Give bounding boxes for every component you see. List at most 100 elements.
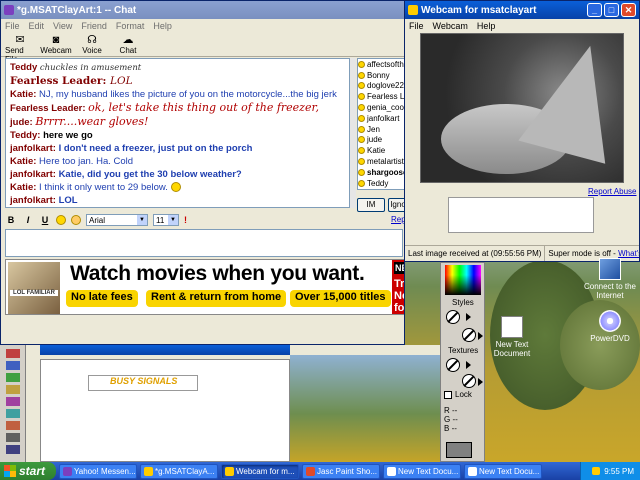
user-status-icon xyxy=(358,136,365,144)
desktop-icon-powerdvd[interactable]: PowerDVD xyxy=(582,310,638,343)
user-list-item[interactable]: jude xyxy=(358,135,404,146)
tool-icon[interactable] xyxy=(6,361,20,370)
ignore-button[interactable]: Igno xyxy=(388,198,404,212)
super-mode-text: Super mode is off - xyxy=(548,249,616,258)
task-app-icon xyxy=(144,466,153,476)
lock-checkbox[interactable] xyxy=(444,390,452,399)
user-list-item[interactable]: doglove220 xyxy=(358,81,404,92)
menu-help[interactable]: Help xyxy=(153,21,172,31)
rgb-b: B -- xyxy=(444,424,457,433)
taskbar-button[interactable]: *g.MSATClayA... xyxy=(140,463,218,479)
report-abuse-link[interactable]: Report Abuse xyxy=(588,187,636,196)
user-list-item[interactable]: Jen xyxy=(358,124,404,135)
italic-button[interactable]: I xyxy=(22,215,34,225)
whats-this-link[interactable]: What's this? xyxy=(618,249,639,258)
user-list-item[interactable]: Katie xyxy=(358,145,404,156)
netflix-ad-banner[interactable]: LOL FAMILIAR Watch movies when you want.… xyxy=(5,259,404,315)
bold-button[interactable]: B xyxy=(5,215,17,225)
tool-icon[interactable] xyxy=(6,433,20,442)
close-button[interactable]: ✕ xyxy=(621,3,636,17)
taskbar-button[interactable]: New Text Docu... xyxy=(464,463,542,479)
font-size-select[interactable]: 11 ▼ xyxy=(153,214,179,226)
taskbar-tasks: Yahoo! Messen... *g.MSATClayA... Webcam fo… xyxy=(56,463,542,479)
taskbar-button[interactable]: Jasc Paint Sho... xyxy=(302,463,380,479)
menu-format[interactable]: Format xyxy=(116,21,145,31)
styles-swap-arrow-icon[interactable] xyxy=(478,332,483,340)
ad-pill: No late fees xyxy=(66,290,138,307)
user-list-item[interactable]: Teddy xyxy=(358,178,404,189)
emoticon-icon[interactable] xyxy=(56,215,66,225)
message-sender: Teddy xyxy=(10,62,40,73)
message-compose-input[interactable] xyxy=(5,229,403,257)
chat-window: *g.MSATClayArt:1 -- Chat File Edit View Fri… xyxy=(0,0,405,345)
webcam-button[interactable]: ◙ Webcam xyxy=(40,34,71,55)
emoticon-picker-icon[interactable] xyxy=(71,215,81,225)
message-text: LOL xyxy=(58,195,78,206)
menu-file[interactable]: File xyxy=(5,21,20,31)
menu-help[interactable]: Help xyxy=(477,21,496,31)
menu-view[interactable]: View xyxy=(53,21,72,31)
desktop-icon-connect-internet[interactable]: Connect to the Internet xyxy=(582,258,638,300)
chat-message: janfolkart: Katie, did you get the 30 be… xyxy=(10,168,345,181)
chat-button[interactable]: ☁ Chat xyxy=(113,34,143,55)
start-button[interactable]: start xyxy=(0,462,56,480)
taskbar-button[interactable]: Webcam for m... xyxy=(221,463,299,479)
chat-transcript[interactable]: Teddy chuckles in amusement Fearless Lead… xyxy=(5,58,350,208)
taskbar-button[interactable]: Yahoo! Messen... xyxy=(59,463,137,479)
user-list-item[interactable]: Bonny xyxy=(358,70,404,81)
menu-webcam[interactable]: Webcam xyxy=(433,21,468,31)
buzz-icon[interactable]: ! xyxy=(184,215,187,225)
paint-shop-canvas[interactable]: BUSY SIGNALS xyxy=(26,345,440,462)
tool-icon[interactable] xyxy=(6,373,20,382)
tool-icon[interactable] xyxy=(6,421,20,430)
voice-button[interactable]: ☊ Voice xyxy=(77,34,107,55)
message-sender: Katie: xyxy=(10,182,40,193)
user-list-item[interactable]: shargoose xyxy=(358,167,404,178)
menu-file[interactable]: File xyxy=(409,21,424,31)
send-file-button[interactable]: ✉Send File xyxy=(5,34,35,64)
webcam-titlebar[interactable]: Webcam for msatclayart _ □ ✕ xyxy=(405,1,639,19)
user-list-item[interactable]: genia_coog xyxy=(358,102,404,113)
material-preview[interactable] xyxy=(446,442,472,458)
menu-edit[interactable]: Edit xyxy=(29,21,45,31)
styles-button[interactable] xyxy=(446,310,460,324)
font-select[interactable]: Arial ▼ xyxy=(86,214,148,226)
tool-icon[interactable] xyxy=(6,349,20,358)
textures-arrow-icon[interactable] xyxy=(466,361,471,369)
user-status-icon xyxy=(358,114,365,122)
user-list[interactable]: affectsoftheBonnydoglove220Fearless Leag… xyxy=(357,58,404,190)
textures-button[interactable] xyxy=(446,358,460,372)
lock-control[interactable]: Lock xyxy=(444,390,472,399)
user-list-item[interactable]: janfolkart xyxy=(358,113,404,124)
transcript-scrollbar[interactable] xyxy=(350,58,356,208)
user-name: genia_coog xyxy=(367,103,404,113)
tool-icon[interactable] xyxy=(6,385,20,394)
g-label: G xyxy=(444,415,451,424)
toolbar-label: Chat xyxy=(119,46,137,55)
menu-friend[interactable]: Friend xyxy=(81,21,107,31)
webcam-ad-area[interactable] xyxy=(448,197,594,233)
maximize-button[interactable]: □ xyxy=(604,3,619,17)
ad-photo xyxy=(8,262,60,314)
user-list-item[interactable]: Fearless Lea xyxy=(358,91,404,102)
tool-icon[interactable] xyxy=(6,409,20,418)
user-list-item[interactable]: affectsofthe xyxy=(358,59,404,70)
im-button[interactable]: IM xyxy=(357,198,385,212)
textures-swap-button[interactable] xyxy=(462,374,476,388)
textures-swap-arrow-icon[interactable] xyxy=(478,378,483,386)
tray-icon[interactable] xyxy=(592,467,601,475)
task-label: New Text Docu... xyxy=(479,466,540,476)
voice-icon: ☊ xyxy=(87,34,97,46)
user-list-item[interactable]: metalartiste2 xyxy=(358,156,404,167)
chat-titlebar[interactable]: *g.MSATClayArt:1 -- Chat xyxy=(1,1,404,19)
styles-swap-button[interactable] xyxy=(462,328,476,342)
underline-button[interactable]: U xyxy=(39,215,51,225)
minimize-button[interactable]: _ xyxy=(587,3,602,17)
tool-icon[interactable] xyxy=(6,397,20,406)
user-status-icon xyxy=(358,147,365,155)
report-link[interactable]: Rep xyxy=(391,215,404,224)
styles-arrow-icon[interactable] xyxy=(466,313,471,321)
taskbar-button[interactable]: New Text Docu... xyxy=(383,463,461,479)
tool-icon[interactable] xyxy=(6,445,20,454)
desktop-icon-new-text-document[interactable]: New Text Document xyxy=(484,316,540,358)
